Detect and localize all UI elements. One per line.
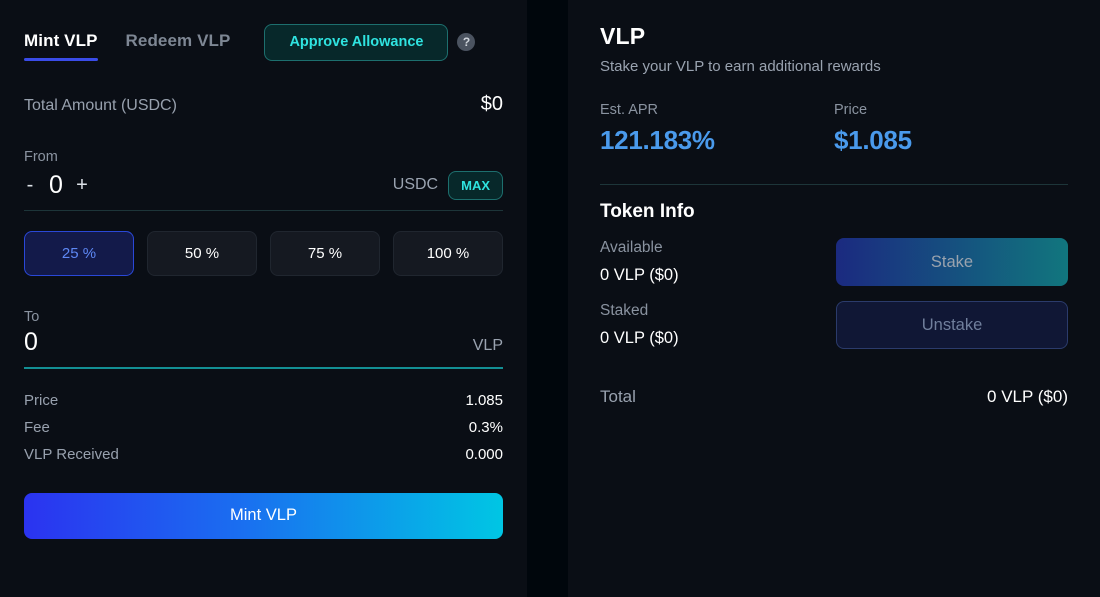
trade-details: Price 1.085 Fee 0.3% VLP Received 0.000 xyxy=(24,392,503,463)
to-unit-label: VLP xyxy=(473,337,503,355)
total-amount-value: $0 xyxy=(481,93,503,116)
tab-bar: Mint VLP Redeem VLP Approve Allowance ? xyxy=(24,0,503,69)
total-amount-row: Total Amount (USDC) $0 xyxy=(24,93,503,116)
approve-allowance-button[interactable]: Approve Allowance xyxy=(264,24,448,61)
detail-row: Price 1.085 xyxy=(24,392,503,409)
percent-button-75[interactable]: 75 % xyxy=(270,231,380,276)
quantity-stepper: - 0 + xyxy=(24,173,88,198)
tab-redeem-vlp[interactable]: Redeem VLP xyxy=(126,31,231,61)
to-label: To xyxy=(24,309,503,325)
available-label: Available xyxy=(600,239,835,257)
max-button[interactable]: MAX xyxy=(448,171,503,200)
stat-price: Price $1.085 xyxy=(834,102,1068,156)
total-amount-label: Total Amount (USDC) xyxy=(24,97,177,115)
percent-selector: 25 % 50 % 75 % 100 % xyxy=(24,231,503,276)
stat-price-value: $1.085 xyxy=(834,125,1068,156)
staked-label: Staked xyxy=(600,302,835,320)
percent-button-100[interactable]: 100 % xyxy=(393,231,503,276)
total-label: Total xyxy=(600,387,636,407)
detail-fee-value: 0.3% xyxy=(469,419,503,436)
stake-button[interactable]: Stake xyxy=(836,238,1068,286)
vlp-mint-stake-screen: Mint VLP Redeem VLP Approve Allowance ? … xyxy=(0,0,1100,597)
detail-vlp-received-label: VLP Received xyxy=(24,446,119,463)
tab-mint-vlp-label: Mint VLP xyxy=(24,31,98,50)
from-input-row: - 0 + USDC MAX xyxy=(24,171,503,211)
stake-panel: VLP Stake your VLP to earn additional re… xyxy=(568,0,1100,597)
stat-est-apr-label: Est. APR xyxy=(600,102,834,118)
detail-row: Fee 0.3% xyxy=(24,419,503,436)
detail-fee-label: Fee xyxy=(24,419,50,436)
page-subtitle: Stake your VLP to earn additional reward… xyxy=(600,58,1068,75)
token-info-heading: Token Info xyxy=(600,201,1068,223)
staked-info: Staked 0 VLP ($0) xyxy=(600,302,835,348)
from-amount-input[interactable]: 0 xyxy=(49,173,63,198)
mint-vlp-button[interactable]: Mint VLP xyxy=(24,493,503,539)
total-value: 0 VLP ($0) xyxy=(987,387,1068,407)
available-value: 0 VLP ($0) xyxy=(600,266,835,285)
section-divider xyxy=(600,184,1068,185)
detail-price-label: Price xyxy=(24,392,58,409)
stat-price-label: Price xyxy=(834,102,1068,118)
to-amount-value: 0 xyxy=(24,330,38,355)
from-label: From xyxy=(24,149,503,165)
staked-block: Staked 0 VLP ($0) Unstake xyxy=(600,301,1068,349)
percent-button-50[interactable]: 50 % xyxy=(147,231,257,276)
tab-mint-vlp[interactable]: Mint VLP xyxy=(24,31,98,61)
available-block: Available 0 VLP ($0) Stake xyxy=(600,238,1068,286)
question-mark-icon[interactable]: ? xyxy=(457,33,475,51)
stats-row: Est. APR 121.183% Price $1.085 xyxy=(600,102,1068,156)
from-unit-group: USDC MAX xyxy=(393,171,503,200)
increment-button[interactable]: + xyxy=(76,175,88,195)
detail-vlp-received-value: 0.000 xyxy=(465,446,503,463)
total-row: Total 0 VLP ($0) xyxy=(600,387,1068,407)
available-info: Available 0 VLP ($0) xyxy=(600,239,835,285)
panel-divider xyxy=(527,0,568,597)
mint-panel: Mint VLP Redeem VLP Approve Allowance ? … xyxy=(0,0,527,597)
from-unit-label: USDC xyxy=(393,176,438,194)
detail-price-value: 1.085 xyxy=(465,392,503,409)
stat-est-apr: Est. APR 121.183% xyxy=(600,102,834,156)
percent-button-25[interactable]: 25 % xyxy=(24,231,134,276)
decrement-button[interactable]: - xyxy=(24,175,36,195)
stat-est-apr-value: 121.183% xyxy=(600,125,834,156)
unstake-button[interactable]: Unstake xyxy=(836,301,1068,349)
to-input-row: 0 VLP xyxy=(24,330,503,369)
page-title: VLP xyxy=(600,0,1068,50)
detail-row: VLP Received 0.000 xyxy=(24,446,503,463)
staked-value: 0 VLP ($0) xyxy=(600,329,835,348)
tab-redeem-vlp-label: Redeem VLP xyxy=(126,31,231,50)
